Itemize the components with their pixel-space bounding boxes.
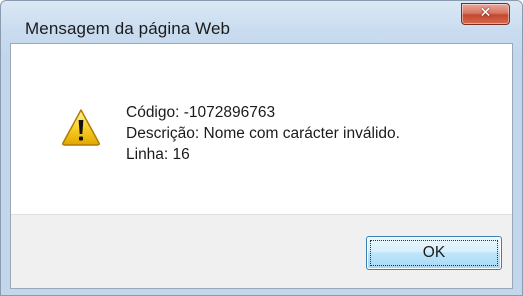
message-line-line: Linha: 16 [126,146,190,163]
message-line-description: Descrição: Nome com carácter inválido. [126,125,400,142]
dialog-window: Mensagem da página Web ✕ Código: -107289… [0,0,523,296]
close-icon: ✕ [479,5,492,21]
dialog-client-area: Código: -1072896763 Descrição: Nome com … [10,43,513,289]
dialog-title: Mensagem da página Web [25,19,231,38]
message-area: Código: -1072896763 Descrição: Nome com … [11,44,512,214]
ok-button-label: OK [422,244,446,261]
close-button[interactable]: ✕ [461,3,510,25]
warning-icon [62,109,100,146]
title-bar[interactable]: Mensagem da página Web ✕ [1,1,522,43]
message-line-code: Código: -1072896763 [126,104,276,121]
ok-button[interactable]: OK [366,236,502,270]
button-bar: OK [11,214,512,288]
message-text: Código: -1072896763 Descrição: Nome com … [126,102,400,165]
